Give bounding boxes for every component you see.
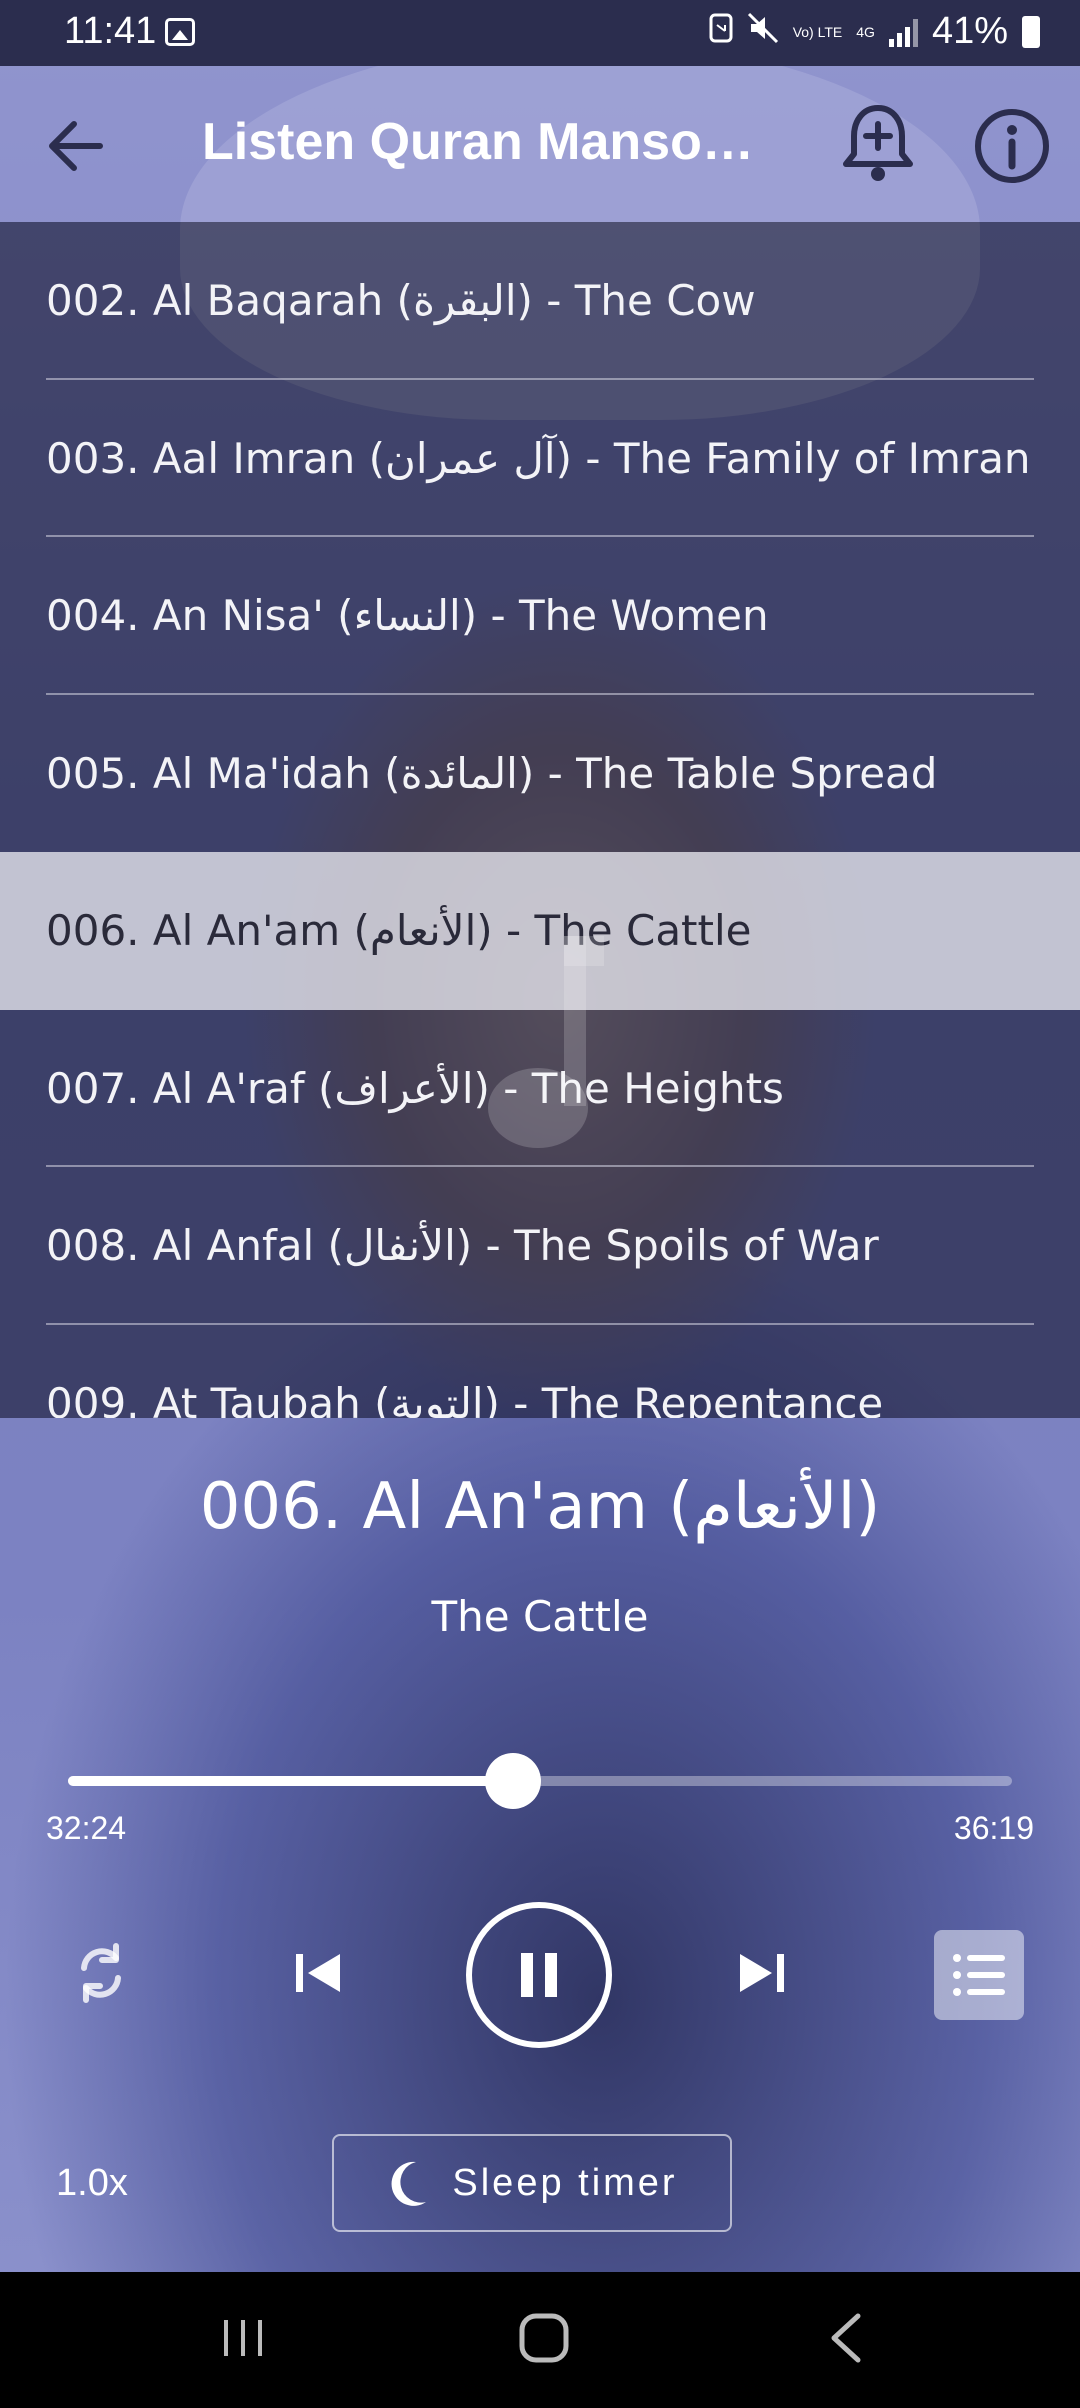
total-time: 36:19: [953, 1810, 1034, 1846]
back-arrow-icon: [49, 121, 103, 171]
chevron-left-icon: [831, 2313, 861, 2363]
moon-icon: [391, 2161, 427, 2206]
signal-strength-icon: [888, 17, 918, 47]
nfc-icon: [709, 13, 733, 50]
image-notification-icon: [165, 18, 195, 46]
playlist-item-label: 007. Al A'raf (الأعراف) - The Heights: [46, 1063, 784, 1113]
sleep-timer-button[interactable]: Sleep timer: [332, 2134, 732, 2232]
notification-bell-button[interactable]: [838, 102, 918, 186]
system-back-button[interactable]: [826, 2312, 866, 2364]
volte-indicator: Vo) LTE: [792, 23, 843, 40]
playlist-item-label: 006. Al An'am (الأنعام) - The Cattle: [46, 906, 752, 956]
recent-apps-icon: [224, 2320, 262, 2356]
recent-apps-button[interactable]: [220, 2314, 268, 2362]
now-playing-subtitle: The Cattle: [431, 1592, 649, 1641]
mute-icon: [747, 12, 779, 51]
skip-previous-icon: [296, 1954, 340, 1992]
seek-bar[interactable]: [68, 1753, 1012, 1809]
playlist-item[interactable]: 008. Al Anfal (الأنفال) - The Spoils of …: [0, 1167, 1080, 1325]
info-icon: [975, 109, 1049, 183]
system-navigation-bar: [0, 2272, 1080, 2408]
app-title: Listen Quran Manso…: [202, 113, 754, 171]
back-button[interactable]: [40, 110, 112, 182]
playlist-item[interactable]: 005. Al Ma'idah (المائدة) - The Table Sp…: [0, 695, 1080, 853]
playlist-item-label: 009. At Taubah (التوبة) - The Repentance: [46, 1378, 884, 1418]
elapsed-time: 32:24: [46, 1810, 127, 1846]
playlist-item[interactable]: 009. At Taubah (التوبة) - The Repentance: [0, 1325, 1080, 1418]
now-playing-title: 006. Al An'am (الأنعام): [199, 1470, 881, 1544]
status-icons: Vo) LTE 4G 41%: [709, 10, 1040, 53]
previous-button[interactable]: [286, 1940, 352, 2006]
pause-button[interactable]: [466, 1902, 612, 2048]
home-button[interactable]: [516, 2310, 572, 2366]
repeat-icon: [81, 1943, 121, 2003]
home-icon: [519, 2313, 569, 2363]
seek-progress: [68, 1776, 513, 1786]
skip-next-icon: [740, 1954, 784, 1992]
battery-percentage: 41%: [931, 10, 1008, 52]
status-time: 11:41: [64, 10, 157, 52]
sleep-timer-label: Sleep timer: [452, 2161, 678, 2204]
playlist-item-label: 002. Al Baqarah (البقرة) - The Cow: [46, 276, 756, 326]
playlist-toggle-button[interactable]: [934, 1930, 1024, 2020]
playlist-item[interactable]: 007. Al A'raf (الأعراف) - The Heights: [0, 1010, 1080, 1167]
playlist-item[interactable]: 004. An Nisa' (النساء) - The Women: [0, 537, 1080, 695]
bell-add-icon: [843, 105, 913, 181]
playlist-item[interactable]: 002. Al Baqarah (البقرة) - The Cow: [0, 222, 1080, 380]
app-bar: Listen Quran Manso…: [0, 66, 1080, 222]
list-icon: [953, 1954, 1005, 1996]
playlist-item-label: 003. Aal Imran (آل عمران) - The Family o…: [46, 433, 1031, 483]
seek-thumb[interactable]: [484, 1753, 541, 1809]
playlist-item-label: 008. Al Anfal (الأنفال) - The Spoils of …: [46, 1221, 879, 1271]
repeat-button[interactable]: [66, 1938, 136, 2008]
surah-playlist[interactable]: 002. Al Baqarah (البقرة) - The Cow 003. …: [0, 222, 1080, 1418]
playlist-item[interactable]: 003. Aal Imran (آل عمران) - The Family o…: [0, 380, 1080, 537]
status-bar: 11:41 Vo) LTE 4G 41%: [0, 0, 1080, 66]
next-button[interactable]: [728, 1940, 794, 2006]
playlist-item-label: 004. An Nisa' (النساء) - The Women: [46, 591, 769, 641]
network-type: 4G: [856, 23, 875, 40]
battery-icon: [1022, 15, 1040, 48]
player-screen: 11:41 Vo) LTE 4G 41% Listen Quran Manso…: [0, 0, 1080, 2408]
pause-icon: [521, 1953, 557, 1997]
playlist-item-label: 005. Al Ma'idah (المائدة) - The Table Sp…: [46, 748, 938, 798]
playlist-item-selected[interactable]: 006. Al An'am (الأنعام) - The Cattle: [0, 852, 1080, 1010]
playback-speed[interactable]: 1.0x: [56, 2162, 128, 2205]
info-button[interactable]: [970, 104, 1054, 188]
